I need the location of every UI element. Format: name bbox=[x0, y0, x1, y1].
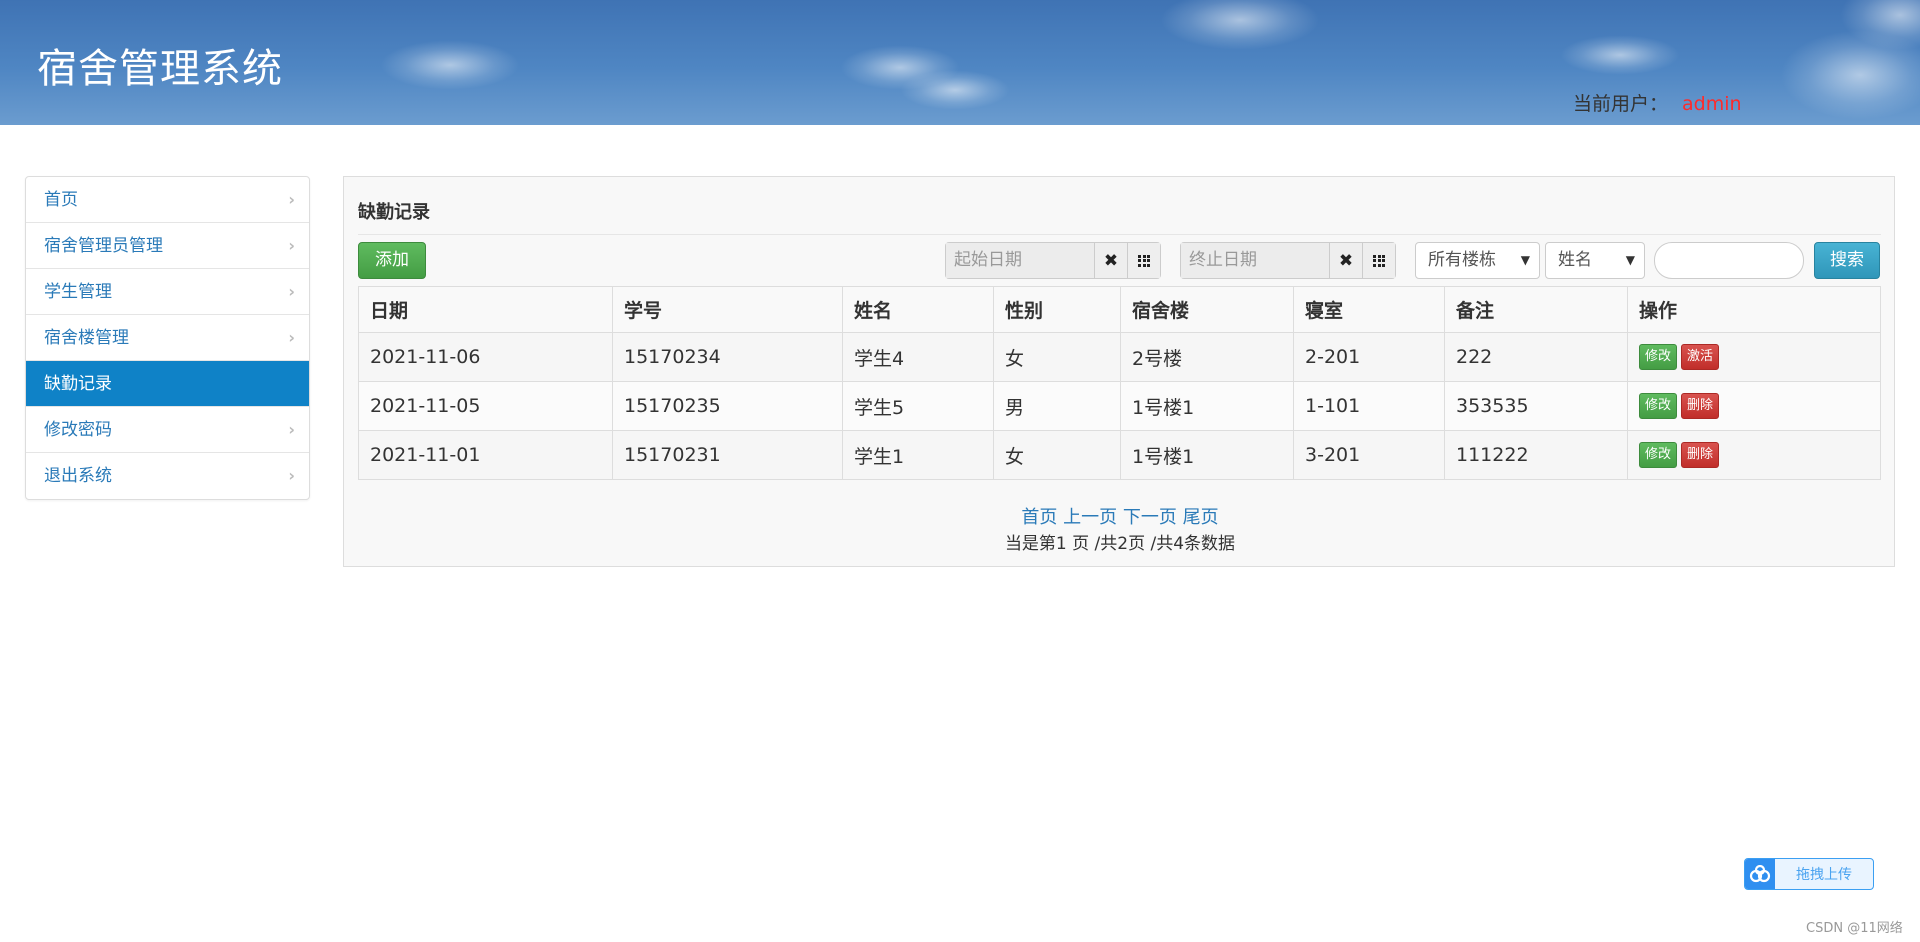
col-student-id: 学号 bbox=[612, 286, 843, 333]
activate-button[interactable]: 激活 bbox=[1681, 344, 1720, 370]
col-gender: 性别 bbox=[993, 286, 1121, 333]
sidebar-item-label: 宿舍楼管理 bbox=[44, 328, 129, 348]
add-button[interactable]: 添加 bbox=[358, 242, 426, 279]
building-select[interactable]: 所有楼栋 ▼ bbox=[1415, 242, 1540, 279]
pager-first-link[interactable]: 首页 bbox=[1021, 507, 1057, 528]
cell-actions: 修改 激活 bbox=[1627, 332, 1881, 382]
table-row: 2021-11-05 15170235 学生5 男 1号楼1 1-101 353… bbox=[358, 381, 1881, 431]
chevron-down-icon: ▼ bbox=[1520, 253, 1530, 267]
col-room: 寝室 bbox=[1293, 286, 1445, 333]
upload-label: 拖拽上传 bbox=[1796, 867, 1852, 883]
pager-prev-link[interactable]: 上一页 bbox=[1063, 507, 1117, 528]
chevron-right-icon: › bbox=[288, 466, 295, 485]
sidebar-item-label: 学生管理 bbox=[44, 282, 112, 302]
current-user: 当前用户： admin bbox=[1573, 89, 1742, 116]
cell-student-id: 15170231 bbox=[612, 430, 843, 480]
edit-button[interactable]: 修改 bbox=[1639, 344, 1678, 370]
clear-icon[interactable]: ✖ bbox=[1094, 243, 1127, 278]
end-date-group: 终止日期 ✖ bbox=[1180, 242, 1396, 279]
sidebar-item-home[interactable]: 首页 › bbox=[26, 177, 309, 223]
sidebar-item-label: 缺勤记录 bbox=[44, 374, 112, 394]
cell-building: 2号楼 bbox=[1120, 332, 1294, 382]
cell-building: 1号楼1 bbox=[1120, 381, 1294, 431]
start-date-input[interactable]: 起始日期 bbox=[946, 243, 1094, 278]
clear-icon[interactable]: ✖ bbox=[1329, 243, 1362, 278]
sidebar-item-logout[interactable]: 退出系统 › bbox=[26, 453, 309, 499]
current-user-name: admin bbox=[1682, 93, 1742, 115]
end-date-input[interactable]: 终止日期 bbox=[1181, 243, 1329, 278]
chevron-right-icon: › bbox=[288, 328, 295, 347]
pagination: 首页 上一页 下一页 尾页 bbox=[344, 503, 1896, 529]
sidebar-item-password[interactable]: 修改密码 › bbox=[26, 407, 309, 453]
chevron-right-icon: › bbox=[288, 236, 295, 255]
cell-name: 学生1 bbox=[842, 430, 994, 480]
table-row: 2021-11-01 15170231 学生1 女 1号楼1 3-201 111… bbox=[358, 430, 1881, 480]
sidebar-item-label: 首页 bbox=[44, 190, 78, 210]
delete-button[interactable]: 删除 bbox=[1681, 393, 1720, 419]
table-header-row: 日期 学号 姓名 性别 宿舍楼 寝室 备注 操作 bbox=[358, 286, 1881, 333]
cell-room: 3-201 bbox=[1293, 430, 1445, 480]
chevron-down-icon: ▼ bbox=[1625, 253, 1635, 267]
watermark: CSDN @11网络 bbox=[1806, 921, 1903, 936]
chevron-right-icon: › bbox=[288, 282, 295, 301]
calendar-icon[interactable] bbox=[1127, 243, 1160, 278]
search-button[interactable]: 搜索 bbox=[1814, 242, 1880, 279]
current-user-label: 当前用户： bbox=[1573, 93, 1669, 115]
app-title: 宿舍管理系统 bbox=[37, 46, 283, 92]
cell-name: 学生5 bbox=[842, 381, 994, 431]
cell-note: 353535 bbox=[1444, 381, 1628, 431]
delete-button[interactable]: 删除 bbox=[1681, 442, 1720, 468]
sidebar-item-label: 宿舍管理员管理 bbox=[44, 236, 163, 256]
calendar-icon[interactable] bbox=[1362, 243, 1395, 278]
sidebar-item-label: 修改密码 bbox=[44, 420, 112, 440]
cell-date: 2021-11-01 bbox=[358, 430, 613, 480]
sidebar-item-students[interactable]: 学生管理 › bbox=[26, 269, 309, 315]
cell-note: 222 bbox=[1444, 332, 1628, 382]
col-date: 日期 bbox=[358, 286, 613, 333]
col-building: 宿舍楼 bbox=[1120, 286, 1294, 333]
cell-gender: 男 bbox=[993, 381, 1121, 431]
cell-student-id: 15170235 bbox=[612, 381, 843, 431]
cell-room: 2-201 bbox=[1293, 332, 1445, 382]
sidebar: 首页 › 宿舍管理员管理 › 学生管理 › 宿舍楼管理 › 缺勤记录 › 修改密… bbox=[25, 176, 310, 500]
col-note: 备注 bbox=[1444, 286, 1628, 333]
chevron-right-icon: › bbox=[288, 190, 295, 209]
cell-note: 111222 bbox=[1444, 430, 1628, 480]
start-date-group: 起始日期 ✖ bbox=[945, 242, 1161, 279]
divider bbox=[358, 234, 1881, 235]
drag-upload-button[interactable]: 拖拽上传 bbox=[1744, 858, 1874, 890]
cell-name: 学生4 bbox=[842, 332, 994, 382]
edit-button[interactable]: 修改 bbox=[1639, 393, 1678, 419]
cell-date: 2021-11-06 bbox=[358, 332, 613, 382]
building-select-value: 所有楼栋 bbox=[1428, 250, 1496, 270]
search-input[interactable] bbox=[1654, 242, 1804, 279]
cell-actions: 修改 删除 bbox=[1627, 430, 1881, 480]
header-banner: 宿舍管理系统 当前用户： admin bbox=[0, 0, 1920, 125]
table-row: 2021-11-06 15170234 学生4 女 2号楼 2-201 222 … bbox=[358, 332, 1881, 382]
field-select-value: 姓名 bbox=[1558, 250, 1592, 270]
cell-student-id: 15170234 bbox=[612, 332, 843, 382]
cell-gender: 女 bbox=[993, 332, 1121, 382]
cell-gender: 女 bbox=[993, 430, 1121, 480]
pagination-info: 当是第1 页 /共2页 /共4条数据 bbox=[1004, 534, 1236, 554]
sidebar-item-dorm-admin[interactable]: 宿舍管理员管理 › bbox=[26, 223, 309, 269]
chevron-right-icon: › bbox=[288, 420, 295, 439]
cloud-icon bbox=[1745, 859, 1775, 889]
cell-building: 1号楼1 bbox=[1120, 430, 1294, 480]
sidebar-item-absence[interactable]: 缺勤记录 › bbox=[26, 361, 309, 407]
sidebar-item-buildings[interactable]: 宿舍楼管理 › bbox=[26, 315, 309, 361]
field-select[interactable]: 姓名 ▼ bbox=[1545, 242, 1645, 279]
cell-date: 2021-11-05 bbox=[358, 381, 613, 431]
cell-actions: 修改 删除 bbox=[1627, 381, 1881, 431]
pager-next-link[interactable]: 下一页 bbox=[1123, 507, 1177, 528]
page-title: 缺勤记录 bbox=[358, 202, 430, 223]
cell-room: 1-101 bbox=[1293, 381, 1445, 431]
main-panel: 缺勤记录 添加 起始日期 ✖ 终止日期 ✖ 所有楼栋 ▼ 姓名 ▼ 搜索 日期 … bbox=[343, 176, 1895, 567]
pager-last-link[interactable]: 尾页 bbox=[1183, 507, 1219, 528]
absence-table: 日期 学号 姓名 性别 宿舍楼 寝室 备注 操作 2021-11-06 1517… bbox=[358, 286, 1881, 480]
col-actions: 操作 bbox=[1627, 286, 1881, 333]
col-name: 姓名 bbox=[842, 286, 994, 333]
edit-button[interactable]: 修改 bbox=[1639, 442, 1678, 468]
sidebar-item-label: 退出系统 bbox=[44, 466, 112, 486]
